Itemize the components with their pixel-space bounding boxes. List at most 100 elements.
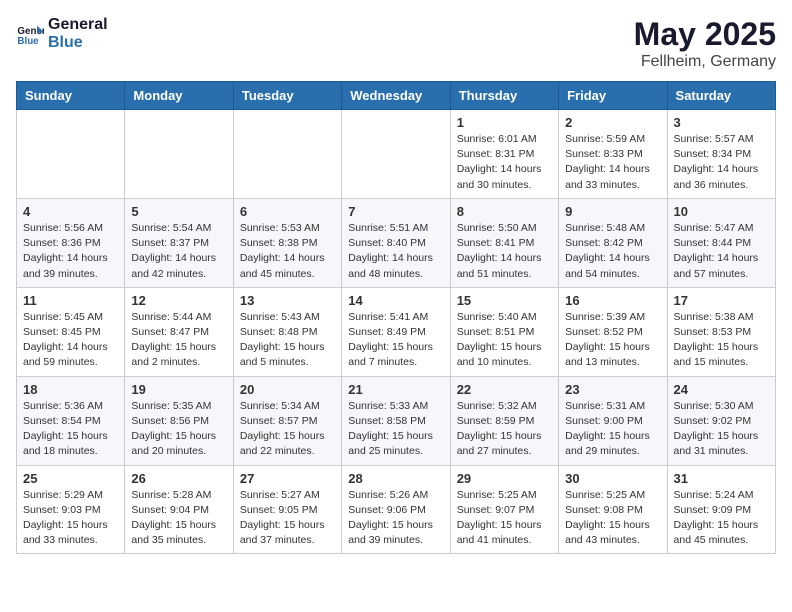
day-info: Sunrise: 5:45 AM Sunset: 8:45 PM Dayligh… xyxy=(23,310,118,371)
location: Fellheim, Germany xyxy=(634,53,776,71)
calendar-cell: 17Sunrise: 5:38 AM Sunset: 8:53 PM Dayli… xyxy=(667,287,775,376)
weekday-header-saturday: Saturday xyxy=(667,82,775,110)
calendar-cell xyxy=(233,110,341,199)
day-number: 12 xyxy=(131,293,226,308)
day-info: Sunrise: 5:44 AM Sunset: 8:47 PM Dayligh… xyxy=(131,310,226,371)
day-number: 30 xyxy=(565,471,660,486)
calendar-cell: 31Sunrise: 5:24 AM Sunset: 9:09 PM Dayli… xyxy=(667,465,775,554)
day-number: 26 xyxy=(131,471,226,486)
title-block: May 2025 Fellheim, Germany xyxy=(634,16,776,71)
day-number: 25 xyxy=(23,471,118,486)
calendar-cell: 5Sunrise: 5:54 AM Sunset: 8:37 PM Daylig… xyxy=(125,198,233,287)
day-info: Sunrise: 5:33 AM Sunset: 8:58 PM Dayligh… xyxy=(348,399,443,460)
day-number: 3 xyxy=(674,115,769,130)
day-info: Sunrise: 5:53 AM Sunset: 8:38 PM Dayligh… xyxy=(240,221,335,282)
day-info: Sunrise: 5:48 AM Sunset: 8:42 PM Dayligh… xyxy=(565,221,660,282)
day-info: Sunrise: 6:01 AM Sunset: 8:31 PM Dayligh… xyxy=(457,132,552,193)
day-info: Sunrise: 5:24 AM Sunset: 9:09 PM Dayligh… xyxy=(674,488,769,549)
day-number: 10 xyxy=(674,204,769,219)
calendar-cell: 8 Sunrise: 5:50 AM Sunset: 8:41 PM Daylig… xyxy=(450,198,558,287)
calendar-cell: 18 Sunrise: 5:36 AM Sunset: 8:54 PM Dayli… xyxy=(17,376,125,465)
calendar-cell: 14 Sunrise: 5:41 AM Sunset: 8:49 PM Dayli… xyxy=(342,287,450,376)
day-number: 6 xyxy=(240,204,335,219)
calendar-cell: 23 Sunrise: 5:31 AM Sunset: 9:00 PM Dayli… xyxy=(559,376,667,465)
week-row-5: 25 Sunrise: 5:29 AM Sunset: 9:03 PM Dayli… xyxy=(17,465,776,554)
day-number: 28 xyxy=(348,471,443,486)
day-number: 4 xyxy=(23,204,118,219)
calendar-cell: 7 Sunrise: 5:51 AM Sunset: 8:40 PM Daylig… xyxy=(342,198,450,287)
weekday-header-friday: Friday xyxy=(559,82,667,110)
day-info: Sunrise: 5:54 AM Sunset: 8:37 PM Dayligh… xyxy=(131,221,226,282)
day-info: Sunrise: 5:39 AM Sunset: 8:52 PM Dayligh… xyxy=(565,310,660,371)
calendar-cell: 20 Sunrise: 5:34 AM Sunset: 8:57 PM Dayli… xyxy=(233,376,341,465)
calendar-cell: 30 Sunrise: 5:25 AM Sunset: 9:08 PM Dayli… xyxy=(559,465,667,554)
logo: General Blue General Blue xyxy=(16,16,108,51)
calendar-cell xyxy=(125,110,233,199)
calendar-cell: 2 Sunrise: 5:59 AM Sunset: 8:33 PM Daylig… xyxy=(559,110,667,199)
day-info: Sunrise: 5:59 AM Sunset: 8:33 PM Dayligh… xyxy=(565,132,660,193)
logo-general-text: General xyxy=(48,16,108,34)
day-number: 7 xyxy=(348,204,443,219)
calendar-cell: 27Sunrise: 5:27 AM Sunset: 9:05 PM Dayli… xyxy=(233,465,341,554)
calendar-cell: 29 Sunrise: 5:25 AM Sunset: 9:07 PM Dayli… xyxy=(450,465,558,554)
svg-text:Blue: Blue xyxy=(17,35,39,46)
day-number: 9 xyxy=(565,204,660,219)
calendar-cell: 10 Sunrise: 5:47 AM Sunset: 8:44 PM Dayli… xyxy=(667,198,775,287)
day-number: 13 xyxy=(240,293,335,308)
day-info: Sunrise: 5:32 AM Sunset: 8:59 PM Dayligh… xyxy=(457,399,552,460)
calendar-cell: 11 Sunrise: 5:45 AM Sunset: 8:45 PM Dayli… xyxy=(17,287,125,376)
weekday-header-row: SundayMondayTuesdayWednesdayThursdayFrid… xyxy=(17,82,776,110)
day-info: Sunrise: 5:25 AM Sunset: 9:07 PM Dayligh… xyxy=(457,488,552,549)
calendar-cell: 6 Sunrise: 5:53 AM Sunset: 8:38 PM Daylig… xyxy=(233,198,341,287)
day-info: Sunrise: 5:35 AM Sunset: 8:56 PM Dayligh… xyxy=(131,399,226,460)
calendar-cell: 24 Sunrise: 5:30 AM Sunset: 9:02 PM Dayli… xyxy=(667,376,775,465)
day-info: Sunrise: 5:27 AM Sunset: 9:05 PM Dayligh… xyxy=(240,488,335,549)
day-number: 19 xyxy=(131,382,226,397)
calendar-cell: 19 Sunrise: 5:35 AM Sunset: 8:56 PM Dayli… xyxy=(125,376,233,465)
day-info: Sunrise: 5:50 AM Sunset: 8:41 PM Dayligh… xyxy=(457,221,552,282)
day-number: 20 xyxy=(240,382,335,397)
month-year: May 2025 xyxy=(634,16,776,53)
day-number: 8 xyxy=(457,204,552,219)
day-info: Sunrise: 5:56 AM Sunset: 8:36 PM Dayligh… xyxy=(23,221,118,282)
day-number: 21 xyxy=(348,382,443,397)
calendar-cell: 4 Sunrise: 5:56 AM Sunset: 8:36 PM Daylig… xyxy=(17,198,125,287)
day-info: Sunrise: 5:41 AM Sunset: 8:49 PM Dayligh… xyxy=(348,310,443,371)
day-info: Sunrise: 5:40 AM Sunset: 8:51 PM Dayligh… xyxy=(457,310,552,371)
day-number: 23 xyxy=(565,382,660,397)
day-info: Sunrise: 5:51 AM Sunset: 8:40 PM Dayligh… xyxy=(348,221,443,282)
week-row-1: 1Sunrise: 6:01 AM Sunset: 8:31 PM Daylig… xyxy=(17,110,776,199)
day-info: Sunrise: 5:36 AM Sunset: 8:54 PM Dayligh… xyxy=(23,399,118,460)
day-number: 14 xyxy=(348,293,443,308)
day-info: Sunrise: 5:26 AM Sunset: 9:06 PM Dayligh… xyxy=(348,488,443,549)
day-info: Sunrise: 5:25 AM Sunset: 9:08 PM Dayligh… xyxy=(565,488,660,549)
calendar-cell: 1Sunrise: 6:01 AM Sunset: 8:31 PM Daylig… xyxy=(450,110,558,199)
calendar-cell: 16 Sunrise: 5:39 AM Sunset: 8:52 PM Dayli… xyxy=(559,287,667,376)
day-info: Sunrise: 5:29 AM Sunset: 9:03 PM Dayligh… xyxy=(23,488,118,549)
day-number: 16 xyxy=(565,293,660,308)
calendar-cell xyxy=(17,110,125,199)
calendar-cell: 3Sunrise: 5:57 AM Sunset: 8:34 PM Daylig… xyxy=(667,110,775,199)
day-info: Sunrise: 5:28 AM Sunset: 9:04 PM Dayligh… xyxy=(131,488,226,549)
day-number: 29 xyxy=(457,471,552,486)
calendar-cell: 15Sunrise: 5:40 AM Sunset: 8:51 PM Dayli… xyxy=(450,287,558,376)
week-row-2: 4 Sunrise: 5:56 AM Sunset: 8:36 PM Daylig… xyxy=(17,198,776,287)
calendar-cell: 26 Sunrise: 5:28 AM Sunset: 9:04 PM Dayli… xyxy=(125,465,233,554)
calendar-cell: 13Sunrise: 5:43 AM Sunset: 8:48 PM Dayli… xyxy=(233,287,341,376)
day-info: Sunrise: 5:31 AM Sunset: 9:00 PM Dayligh… xyxy=(565,399,660,460)
day-info: Sunrise: 5:34 AM Sunset: 8:57 PM Dayligh… xyxy=(240,399,335,460)
day-info: Sunrise: 5:47 AM Sunset: 8:44 PM Dayligh… xyxy=(674,221,769,282)
day-number: 24 xyxy=(674,382,769,397)
calendar-cell: 9 Sunrise: 5:48 AM Sunset: 8:42 PM Daylig… xyxy=(559,198,667,287)
day-number: 18 xyxy=(23,382,118,397)
day-info: Sunrise: 5:30 AM Sunset: 9:02 PM Dayligh… xyxy=(674,399,769,460)
calendar-cell xyxy=(342,110,450,199)
calendar-table: SundayMondayTuesdayWednesdayThursdayFrid… xyxy=(16,81,776,554)
calendar-cell: 28 Sunrise: 5:26 AM Sunset: 9:06 PM Dayli… xyxy=(342,465,450,554)
logo-icon: General Blue xyxy=(16,20,44,48)
day-number: 2 xyxy=(565,115,660,130)
day-number: 22 xyxy=(457,382,552,397)
calendar-cell: 12 Sunrise: 5:44 AM Sunset: 8:47 PM Dayli… xyxy=(125,287,233,376)
day-number: 11 xyxy=(23,293,118,308)
weekday-header-thursday: Thursday xyxy=(450,82,558,110)
